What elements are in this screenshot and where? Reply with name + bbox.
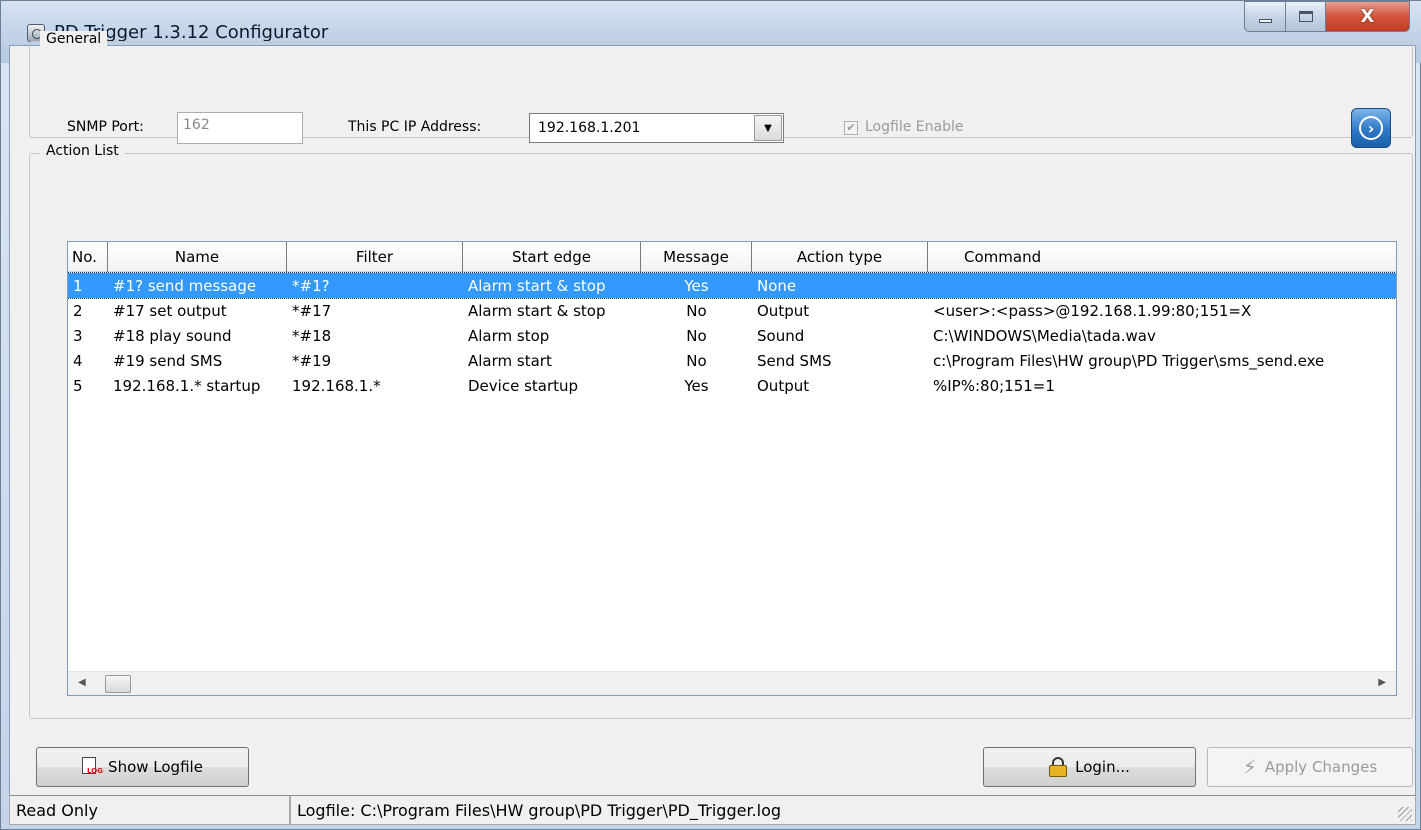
action-list-table[interactable]: No. Name Filter Start edge Message Actio… (67, 241, 1397, 696)
status-mode: Read Only (9, 795, 290, 825)
cell-command: c:\Program Files\HW group\PD Trigger\sms… (933, 351, 1325, 370)
logfile-enable-label: Logfile Enable (865, 119, 964, 135)
action-list-legend: Action List (40, 143, 125, 159)
cell-name: #17 set output (113, 301, 227, 320)
ip-address-label: This PC IP Address: (348, 119, 482, 135)
scroll-left-icon[interactable]: ◀ (78, 677, 86, 688)
snmp-port-input[interactable]: 162 (177, 112, 303, 144)
table-body: 1 #1? send message *#1? Alarm start & st… (68, 272, 1396, 398)
cell-name: 192.168.1.* startup (113, 376, 261, 395)
cell-start-edge: Alarm start & stop (468, 301, 606, 320)
column-header-start-edge[interactable]: Start edge (463, 242, 641, 272)
status-logfile: Logfile: C:\Program Files\HW group\PD Tr… (290, 795, 1416, 825)
cell-command: <user>:<pass>@192.168.1.99:80;151=X (933, 301, 1252, 320)
status-bar: Read Only Logfile: C:\Program Files\HW g… (9, 795, 1416, 825)
go-arrow-icon: › (1359, 116, 1383, 140)
column-header-action-type[interactable]: Action type (752, 242, 928, 272)
column-header-message[interactable]: Message (641, 242, 752, 272)
scrollbar-thumb[interactable] (105, 675, 131, 693)
show-logfile-button[interactable]: LOG Show Logfile (36, 747, 249, 787)
cell-filter: *#1? (292, 276, 330, 295)
cell-command: %IP%:80;151=1 (933, 376, 1055, 395)
cell-action-type: Sound (757, 326, 805, 345)
logfile-icon: LOG (82, 757, 103, 777)
cell-name: #18 play sound (113, 326, 232, 345)
cell-start-edge: Alarm start (468, 351, 552, 370)
cell-name: #1? send message (113, 276, 257, 295)
cell-command: C:\WINDOWS\Media\tada.wav (933, 326, 1156, 345)
cell-message: No (686, 351, 707, 370)
column-header-filter[interactable]: Filter (287, 242, 463, 272)
login-button[interactable]: Login... (983, 747, 1196, 787)
app-window: PD Trigger 1.3.12 Configurator X General… (0, 0, 1421, 830)
cell-action-type: Send SMS (757, 351, 832, 370)
minimize-icon (1258, 19, 1272, 23)
cell-filter: *#18 (292, 326, 332, 345)
snmp-port-label: SNMP Port: (67, 119, 144, 135)
logfile-enable-checkbox[interactable]: ✔ (844, 121, 858, 135)
cell-filter: *#19 (292, 351, 332, 370)
cell-start-edge: Device startup (468, 376, 579, 395)
close-button[interactable]: X (1326, 1, 1410, 32)
size-grip-icon[interactable] (1398, 807, 1412, 821)
maximize-icon (1298, 11, 1313, 22)
table-row[interactable]: 5 192.168.1.* startup 192.168.1.* Device… (68, 373, 1396, 398)
cell-message: No (686, 301, 707, 320)
table-row[interactable]: 2 #17 set output *#17 Alarm start & stop… (68, 298, 1396, 323)
cell-filter: *#17 (292, 301, 332, 320)
close-icon: X (1360, 6, 1375, 27)
cell-message: Yes (684, 276, 709, 295)
cell-message: No (686, 326, 707, 345)
cell-action-type: Output (757, 376, 810, 395)
horizontal-scrollbar[interactable]: ◀ ▶ (68, 671, 1396, 695)
cell-no: 2 (73, 301, 83, 320)
apply-changes-label: Apply Changes (1264, 758, 1378, 776)
cell-name: #19 send SMS (113, 351, 223, 370)
login-label: Login... (1075, 758, 1130, 776)
lock-icon (1049, 757, 1068, 777)
column-header-command[interactable]: Command (928, 242, 1396, 272)
cell-filter: 192.168.1.* (292, 376, 381, 395)
table-row[interactable]: 1 #1? send message *#1? Alarm start & st… (68, 272, 1396, 299)
window-controls: X (1244, 1, 1414, 32)
go-button[interactable]: › (1351, 108, 1391, 148)
cell-no: 3 (73, 326, 83, 345)
show-logfile-label: Show Logfile (108, 758, 203, 776)
cell-no: 1 (73, 276, 83, 295)
cell-no: 5 (73, 376, 83, 395)
cell-start-edge: Alarm stop (468, 326, 550, 345)
scroll-right-icon[interactable]: ▶ (1378, 677, 1386, 688)
table-row[interactable]: 4 #19 send SMS *#19 Alarm start No Send … (68, 348, 1396, 373)
apply-changes-button[interactable]: ⚡ Apply Changes (1207, 747, 1413, 787)
column-header-no[interactable]: No. (68, 242, 108, 272)
ip-address-value: 192.168.1.201 (538, 120, 641, 136)
cell-no: 4 (73, 351, 83, 370)
table-row[interactable]: 3 #18 play sound *#18 Alarm stop No Soun… (68, 323, 1396, 348)
apply-icon: ⚡ (1242, 755, 1257, 779)
dropdown-arrow-icon: ▼ (764, 122, 772, 134)
cell-message: Yes (684, 376, 709, 395)
ip-dropdown-button[interactable]: ▼ (754, 115, 782, 141)
table-header: No. Name Filter Start edge Message Actio… (68, 242, 1396, 272)
cell-action-type: Output (757, 301, 810, 320)
minimize-button[interactable] (1244, 1, 1286, 32)
cell-action-type: None (757, 276, 797, 295)
maximize-button[interactable] (1286, 1, 1326, 32)
column-header-name[interactable]: Name (108, 242, 287, 272)
cell-start-edge: Alarm start & stop (468, 276, 606, 295)
ip-address-select[interactable]: 192.168.1.201 ▼ (529, 113, 784, 143)
general-legend: General (40, 31, 108, 47)
